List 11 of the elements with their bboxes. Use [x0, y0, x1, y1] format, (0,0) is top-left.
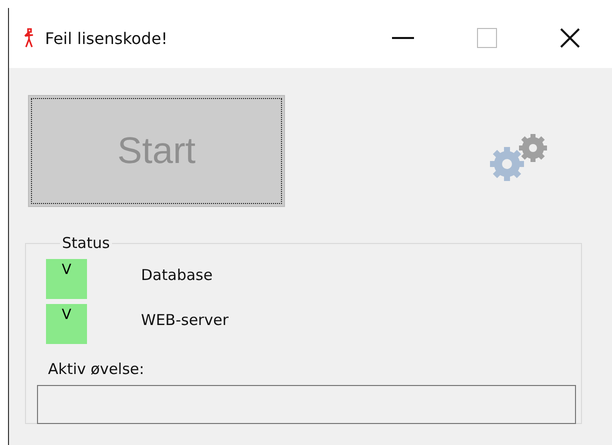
minimize-icon[interactable]: [392, 36, 414, 40]
status-label: Database: [141, 266, 213, 284]
status-indicator: V: [46, 258, 87, 298]
field-label: Aktiv øvelse:: [48, 360, 146, 378]
active-exercise-field[interactable]: [37, 385, 576, 424]
status-indicator: V: [46, 304, 87, 344]
close-icon[interactable]: [560, 28, 580, 48]
app-icon: [23, 28, 35, 48]
status-label: WEB-server: [141, 310, 228, 328]
window-title: Feil lisenskode!: [45, 28, 168, 48]
group-title: Status: [61, 234, 111, 252]
